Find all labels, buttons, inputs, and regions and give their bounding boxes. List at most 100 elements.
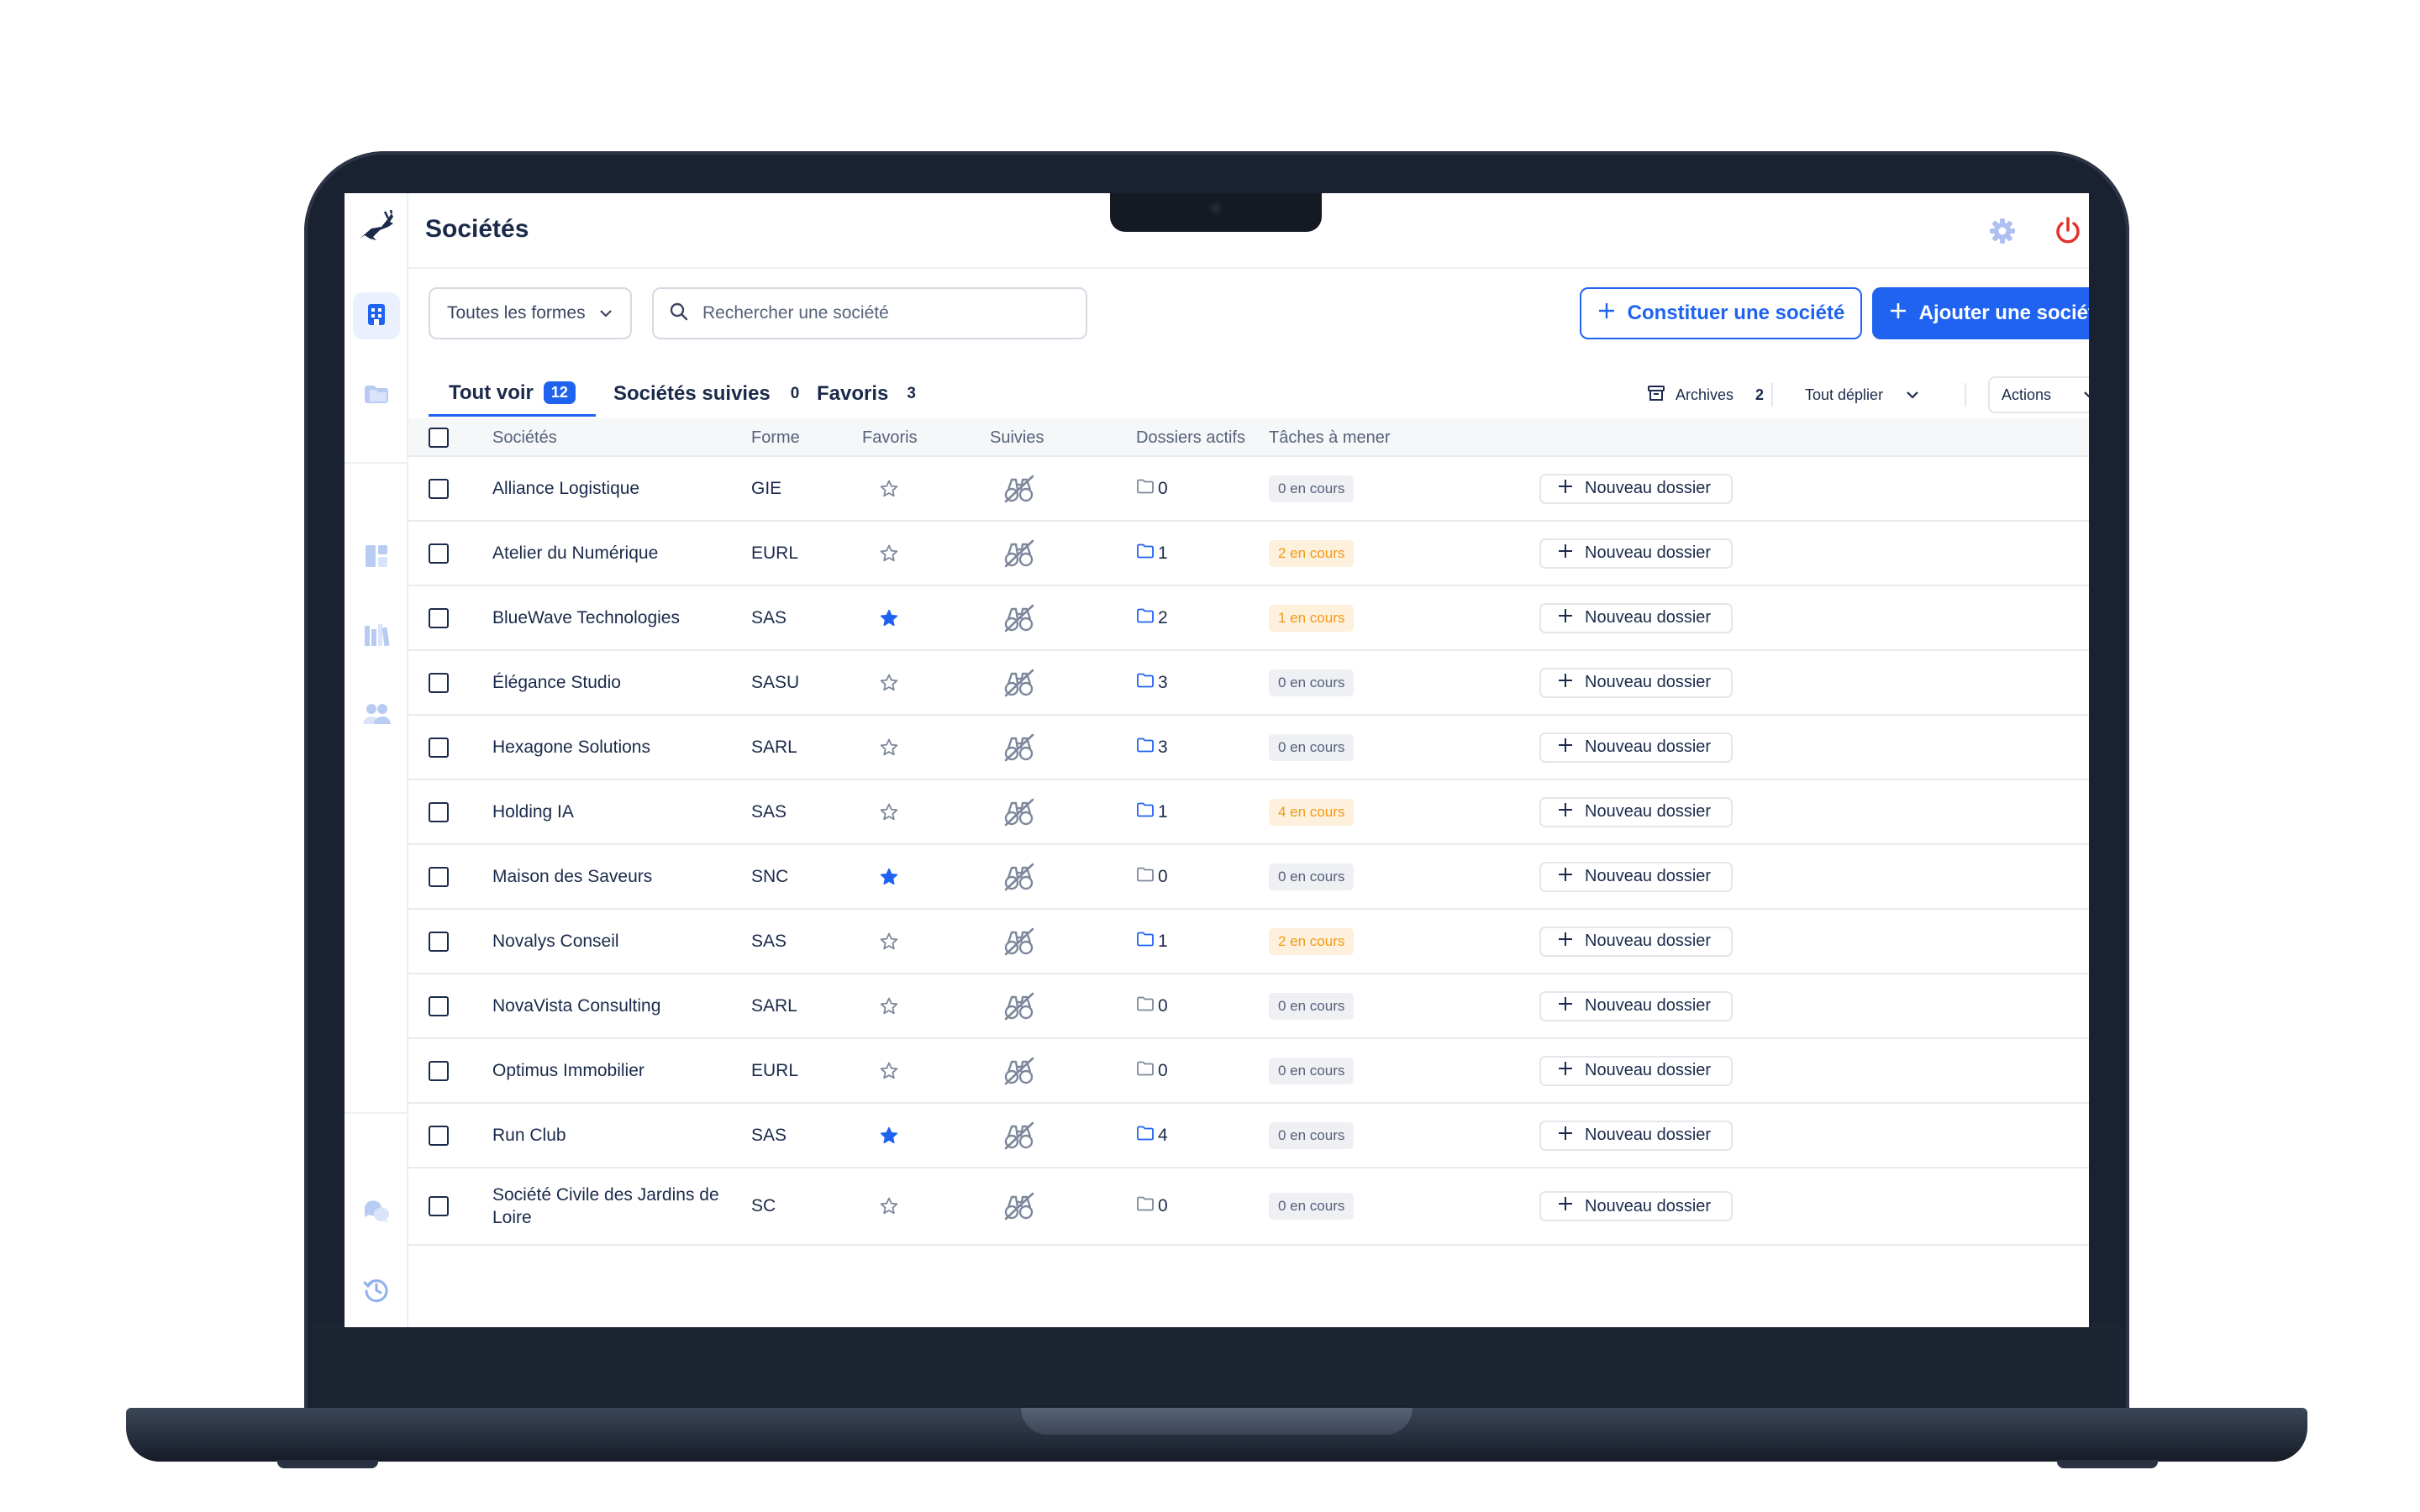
binoculars-off-icon[interactable] bbox=[1003, 1039, 1035, 1102]
search-input[interactable] bbox=[702, 303, 1071, 323]
societe-name[interactable]: Run Club bbox=[492, 1104, 728, 1167]
column-header-forme[interactable]: Forme bbox=[751, 418, 800, 457]
sidebar-item-library[interactable] bbox=[353, 613, 400, 660]
settings-gear-icon[interactable] bbox=[1981, 210, 2023, 252]
star-icon[interactable] bbox=[879, 974, 899, 1037]
table-row[interactable]: Novalys Conseil SAS 1 2 en cours Nouveau dos… bbox=[408, 910, 2089, 974]
forme-filter-select[interactable]: Toutes les formes bbox=[429, 287, 632, 339]
binoculars-off-icon[interactable] bbox=[1003, 586, 1035, 649]
row-checkbox[interactable] bbox=[429, 1168, 449, 1244]
star-icon[interactable] bbox=[879, 780, 899, 843]
column-header-societes[interactable]: Sociétés bbox=[492, 418, 557, 457]
row-checkbox[interactable] bbox=[429, 1039, 449, 1102]
table-row[interactable]: Alliance Logistique GIE 0 0 en cours Nouveau… bbox=[408, 457, 2089, 522]
sidebar-item-dashboard[interactable] bbox=[353, 534, 400, 581]
nouveau-dossier-button[interactable]: Nouveau dossier bbox=[1539, 602, 1733, 633]
nouveau-dossier-button[interactable]: Nouveau dossier bbox=[1539, 796, 1733, 827]
societe-name[interactable]: Maison des Saveurs bbox=[492, 845, 728, 908]
societe-name[interactable]: Atelier du Numérique bbox=[492, 522, 728, 585]
row-checkbox[interactable] bbox=[429, 716, 449, 779]
sidebar-item-societes[interactable] bbox=[353, 292, 400, 339]
societe-name[interactable]: Société Civile des Jardins de Loire bbox=[492, 1168, 728, 1244]
tab-favoris[interactable]: Favoris 3 bbox=[817, 371, 916, 417]
tout-deplier-button[interactable]: Tout déplier bbox=[1805, 378, 1920, 412]
table-row[interactable]: Société Civile des Jardins de Loire SC 0 0 … bbox=[408, 1168, 2089, 1246]
binoculars-off-icon[interactable] bbox=[1003, 651, 1035, 714]
societe-name[interactable]: Optimus Immobilier bbox=[492, 1039, 728, 1102]
nouveau-dossier-button[interactable]: Nouveau dossier bbox=[1539, 667, 1733, 698]
societe-name[interactable]: NovaVista Consulting bbox=[492, 974, 728, 1037]
binoculars-off-icon[interactable] bbox=[1003, 1168, 1035, 1244]
binoculars-off-icon[interactable] bbox=[1003, 845, 1035, 908]
gazelle-logo-icon[interactable] bbox=[355, 209, 397, 244]
binoculars-off-icon[interactable] bbox=[1003, 1104, 1035, 1167]
table-row[interactable]: NovaVista Consulting SARL 0 0 en cours Nouve… bbox=[408, 974, 2089, 1039]
societe-name[interactable]: BlueWave Technologies bbox=[492, 586, 728, 649]
row-checkbox[interactable] bbox=[429, 1104, 449, 1167]
nouveau-dossier-button[interactable]: Nouveau dossier bbox=[1539, 861, 1733, 892]
sidebar-item-history[interactable] bbox=[353, 1268, 400, 1315]
star-icon[interactable] bbox=[879, 1168, 899, 1244]
table-row[interactable]: Optimus Immobilier EURL 0 0 en cours Nouveau… bbox=[408, 1039, 2089, 1104]
column-header-taches[interactable]: Tâches à mener bbox=[1269, 418, 1391, 457]
binoculars-off-icon[interactable] bbox=[1003, 780, 1035, 843]
star-icon[interactable] bbox=[879, 457, 899, 520]
star-filled-icon[interactable] bbox=[879, 845, 899, 908]
nouveau-dossier-button[interactable]: Nouveau dossier bbox=[1539, 732, 1733, 763]
binoculars-off-icon[interactable] bbox=[1003, 910, 1035, 973]
table-row[interactable]: Élégance Studio SASU 3 0 en cours Nouveau do… bbox=[408, 651, 2089, 716]
table-row[interactable]: Holding IA SAS 1 4 en cours Nouveau dossier bbox=[408, 780, 2089, 845]
star-icon[interactable] bbox=[879, 522, 899, 585]
nouveau-dossier-button[interactable]: Nouveau dossier bbox=[1539, 473, 1733, 504]
sidebar-item-dossiers[interactable] bbox=[353, 371, 400, 418]
star-filled-icon[interactable] bbox=[879, 586, 899, 649]
search-box[interactable] bbox=[652, 287, 1087, 339]
tab-tout-voir[interactable]: Tout voir 12 bbox=[429, 371, 596, 417]
table-row[interactable]: Hexagone Solutions SARL 3 0 en cours Nouveau… bbox=[408, 716, 2089, 780]
table-row[interactable]: BlueWave Technologies SAS 2 1 en cours Nouve… bbox=[408, 586, 2089, 651]
table-row[interactable]: Atelier du Numérique EURL 1 2 en cours Nouve… bbox=[408, 522, 2089, 586]
star-filled-icon[interactable] bbox=[879, 1104, 899, 1167]
nouveau-dossier-button[interactable]: Nouveau dossier bbox=[1539, 1191, 1733, 1221]
power-icon[interactable] bbox=[2047, 210, 2089, 252]
column-header-suivies[interactable]: Suivies bbox=[990, 418, 1044, 457]
star-icon[interactable] bbox=[879, 716, 899, 779]
row-checkbox[interactable] bbox=[429, 974, 449, 1037]
row-checkbox[interactable] bbox=[429, 457, 449, 520]
binoculars-off-icon[interactable] bbox=[1003, 974, 1035, 1037]
row-checkbox[interactable] bbox=[429, 845, 449, 908]
sidebar-item-chat[interactable] bbox=[353, 1189, 400, 1236]
nouveau-dossier-button[interactable]: Nouveau dossier bbox=[1539, 538, 1733, 569]
societe-name[interactable]: Holding IA bbox=[492, 780, 728, 843]
nouveau-dossier-button[interactable]: Nouveau dossier bbox=[1539, 1055, 1733, 1086]
row-checkbox[interactable] bbox=[429, 522, 449, 585]
row-checkbox[interactable] bbox=[429, 780, 449, 843]
table-row[interactable]: Maison des Saveurs SNC 0 0 en cours Nouveau … bbox=[408, 845, 2089, 910]
societe-name[interactable]: Alliance Logistique bbox=[492, 457, 728, 520]
star-icon[interactable] bbox=[879, 651, 899, 714]
star-icon[interactable] bbox=[879, 910, 899, 973]
row-checkbox[interactable] bbox=[429, 910, 449, 973]
nouveau-dossier-button[interactable]: Nouveau dossier bbox=[1539, 926, 1733, 957]
archives-button[interactable]: Archives 2 bbox=[1647, 378, 1764, 412]
ajouter-societe-button[interactable]: Ajouter une société bbox=[1872, 287, 2089, 339]
select-all-checkbox[interactable] bbox=[429, 418, 449, 457]
societe-name[interactable]: Novalys Conseil bbox=[492, 910, 728, 973]
column-header-favoris[interactable]: Favoris bbox=[862, 418, 918, 457]
nouveau-dossier-button[interactable]: Nouveau dossier bbox=[1539, 990, 1733, 1021]
actions-dropdown[interactable]: Actions bbox=[1988, 376, 2089, 413]
column-header-dossiers[interactable]: Dossiers actifs bbox=[1136, 418, 1245, 457]
nouveau-dossier-button[interactable]: Nouveau dossier bbox=[1539, 1120, 1733, 1151]
table-row[interactable]: Run Club SAS 4 0 en cours Nouveau dossier bbox=[408, 1104, 2089, 1168]
binoculars-off-icon[interactable] bbox=[1003, 457, 1035, 520]
row-checkbox[interactable] bbox=[429, 586, 449, 649]
tab-societes-suivies[interactable]: Sociétés suivies 0 bbox=[613, 371, 799, 417]
societe-name[interactable]: Élégance Studio bbox=[492, 651, 728, 714]
star-icon[interactable] bbox=[879, 1039, 899, 1102]
binoculars-off-icon[interactable] bbox=[1003, 716, 1035, 779]
societe-name[interactable]: Hexagone Solutions bbox=[492, 716, 728, 779]
binoculars-off-icon[interactable] bbox=[1003, 522, 1035, 585]
constituer-societe-button[interactable]: Constituer une société bbox=[1580, 287, 1862, 339]
sidebar-item-users[interactable] bbox=[353, 692, 400, 739]
row-checkbox[interactable] bbox=[429, 651, 449, 714]
